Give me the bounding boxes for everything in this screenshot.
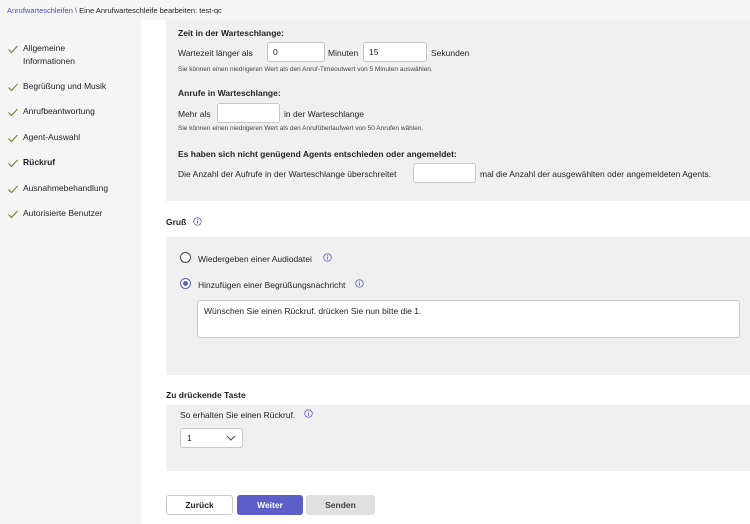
queue-calls-input[interactable] [217,103,280,123]
info-icon[interactable] [355,279,364,288]
nav-item-label: Agent-Auswahl [23,132,81,142]
chevron-down-icon [226,435,236,441]
nav-item-label: Ausnahmebehandlung [23,183,109,193]
next-button[interactable]: Weiter [237,495,303,515]
key-panel: So erhalten Sie einen Rückruf. 1 [166,405,750,471]
option-audio-file-label: Wiedergeben einer Audiodatei [198,254,312,264]
callback-conditions-panel: Zeit in der Warteschlange: Wartezeit län… [166,20,750,201]
nav-item-callback[interactable]: Rückruf [0,156,140,182]
info-icon[interactable] [323,253,332,262]
nav-item-label: Allgemeine Informationen [23,43,75,66]
greeting-title: Gruß [166,217,187,227]
agents-label-before: Die Anzahl der Aufrufe in der Warteschla… [178,169,397,179]
more-than-label: Mehr als [178,109,211,119]
callback-key-label: So erhalten Sie einen Rückruf. [180,410,296,420]
minutes-unit-label: Minuten [328,48,359,58]
check-icon [8,134,18,143]
breadcrumb-current: Eine Anrufwarteschleife bearbeiten: test… [79,6,222,15]
nav-item-label: Begrüßung und Musik [23,81,107,91]
nav-item-exception-handling[interactable]: Ausnahmebehandlung [0,182,140,207]
send-button[interactable]: Senden [306,495,375,515]
queue-time-heading: Zeit in der Warteschlange: [178,28,284,38]
nav-item-label: Autorisierte Benutzer [23,208,103,218]
greeting-message-textarea[interactable]: Wünschen Sie einen Rückruf. drücken Sie … [197,300,740,338]
queue-calls-heading: Anrufe in Warteschlange: [178,88,281,98]
breadcrumb-link-call-queues[interactable]: Anrufwarteschleifen [7,6,73,15]
wizard-nav: Allgemeine Informationen Begrüßung und M… [0,42,140,232]
nav-item-agent-selection[interactable]: Agent-Auswahl [0,131,140,156]
nav-item-label: Rückruf [23,157,56,167]
queue-time-hint: Sie können einen niedrigeren Wert als de… [178,66,433,73]
key-title: Zu drückende Taste [166,390,246,400]
agents-heading: Es haben sich nicht genügend Agents ents… [178,149,457,159]
seconds-unit-label: Sekunden [431,48,470,58]
nav-item-call-answering[interactable]: Anrufbeantwortung [0,105,140,131]
nav-item-general-info[interactable]: Allgemeine Informationen [0,42,140,80]
radio-greeting-message[interactable] [180,278,191,289]
breadcrumb: Anrufwarteschleifen \ Eine Anrufwartesch… [7,6,222,15]
agents-label-after: mal die Anzahl der ausgewählten oder ang… [480,169,712,179]
option-greeting-message-label: Hinzufügen einer Begrüßungsnachricht [198,280,346,290]
check-icon [8,108,18,117]
back-button[interactable]: Zurück [166,495,233,515]
check-icon [8,45,18,54]
queue-calls-hint: Sie können einen niedrigeren Wert als de… [178,125,424,132]
main-content: Zeit in der Warteschlange: Wartezeit län… [141,20,750,524]
greeting-panel: Wiedergeben einer Audiodatei Hinzufügen … [166,237,750,375]
info-icon[interactable] [193,217,202,226]
agents-multiplier-input[interactable] [413,163,476,183]
callback-key-value: 1 [187,433,192,443]
in-queue-label: in der Warteschlange [284,109,365,119]
radio-audio-file[interactable] [180,252,191,263]
check-icon [8,83,18,92]
nav-item-greeting-music[interactable]: Begrüßung und Musik [0,80,140,105]
check-icon [8,210,18,219]
breadcrumb-separator: \ [74,6,78,15]
wait-time-label: Wartezeit länger als [178,48,253,58]
wait-seconds-input[interactable] [363,42,427,62]
check-icon [8,185,18,194]
check-icon [8,159,18,168]
info-icon[interactable] [304,409,313,418]
nav-item-authorized-users[interactable]: Autorisierte Benutzer [0,207,140,232]
callback-key-select[interactable]: 1 [180,428,243,448]
nav-item-label: Anrufbeantwortung [23,106,95,116]
wait-minutes-input[interactable] [267,42,325,62]
